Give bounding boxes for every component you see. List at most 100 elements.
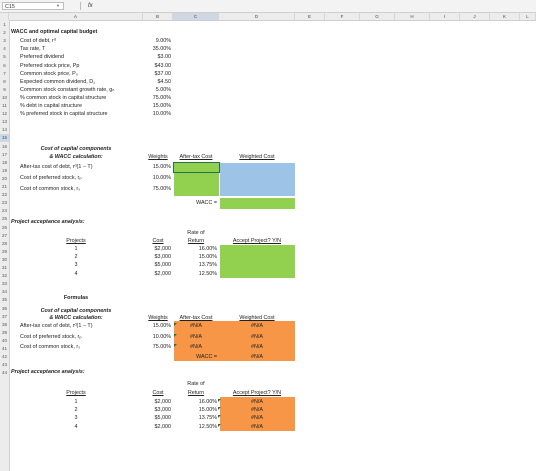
input-value[interactable]: $3.00 [143,53,172,61]
project-rate[interactable]: 13.75% [173,261,217,269]
accept-project-input-block[interactable] [220,245,295,278]
formula-row-weight[interactable]: 15.00% [143,322,171,330]
row-header-44[interactable]: 44 [0,369,9,377]
project-cost[interactable]: $2,000 [143,270,172,278]
row-header-6[interactable]: 6 [0,62,9,70]
project-rate[interactable]: 15.00% [173,253,217,261]
row-header-10[interactable]: 10 [0,94,9,102]
row-header-23[interactable]: 23 [0,199,9,207]
row-header-21[interactable]: 21 [0,183,9,191]
row-header-24[interactable]: 24 [0,207,9,215]
row-header-36[interactable]: 36 [0,305,9,313]
section1-row-common-weight[interactable]: 75.00% [143,185,171,193]
column-header-j[interactable]: J [460,13,490,20]
column-header-g[interactable]: G [360,13,395,20]
row-header-7[interactable]: 7 [0,70,9,78]
row-header-30[interactable]: 30 [0,256,9,264]
input-value[interactable]: 75.00% [143,94,171,102]
column-header-e[interactable]: E [295,13,325,20]
column-header-d[interactable]: D [219,13,295,20]
column-header-a[interactable]: A [9,13,143,20]
project-cost[interactable]: $5,000 [143,261,172,269]
row-header-8[interactable]: 8 [0,78,9,86]
input-value[interactable]: 35.00% [143,45,171,53]
row-header-42[interactable]: 42 [0,353,9,361]
input-value[interactable]: $4.50 [143,78,172,86]
project-accept[interactable]: #N/A [219,414,295,422]
project-cost[interactable]: $2,000 [143,398,172,406]
input-value[interactable]: 9.00% [143,37,171,45]
row-header-4[interactable]: 4 [0,45,9,53]
row-header-16[interactable]: 16 [0,143,9,151]
column-header-h[interactable]: H [395,13,430,20]
row-header-19[interactable]: 19 [0,167,9,175]
row-header-13[interactable]: 13 [0,118,9,126]
project-cost[interactable]: $3,000 [143,253,172,261]
project-rate[interactable]: 16.00% [173,245,217,253]
project-rate[interactable]: 12.50% [173,270,217,278]
row-header-37[interactable]: 37 [0,313,9,321]
row-header-40[interactable]: 40 [0,337,9,345]
project-accept[interactable]: #N/A [219,423,295,431]
row-header-27[interactable]: 27 [0,232,9,240]
row-header-33[interactable]: 33 [0,280,9,288]
formula-row-weight[interactable]: 75.00% [143,343,171,351]
row-header-35[interactable]: 35 [0,296,9,304]
project-accept[interactable]: #N/A [219,398,295,406]
column-header-b[interactable]: B [143,13,173,20]
row-header-12[interactable]: 12 [0,110,9,118]
name-box[interactable]: C15 [2,2,64,10]
formula-row-aftertax[interactable]: #N/A [173,343,219,351]
formula-row-weight[interactable]: 10.00% [143,333,171,341]
row-header-2[interactable]: 2 [0,29,9,37]
weighted-cost-input-block[interactable] [220,163,295,196]
project-rate[interactable]: 13.75% [173,414,217,422]
row-header-28[interactable]: 28 [0,240,9,248]
row-header-11[interactable]: 11 [0,102,9,110]
column-header-c[interactable]: C [173,13,219,20]
row-header-3[interactable]: 3 [0,37,9,45]
input-value[interactable]: $43.00 [143,62,172,70]
input-value[interactable]: 5.00% [143,86,171,94]
project-accept[interactable]: #N/A [219,406,295,414]
row-header-29[interactable]: 29 [0,248,9,256]
column-header-l[interactable]: L [520,13,536,20]
row-header-15[interactable]: 15 [0,134,9,143]
formula-row-aftertax[interactable]: #N/A [173,322,219,330]
formula-row-weighted[interactable]: #N/A [219,322,295,330]
input-value[interactable]: 15.00% [143,102,171,110]
section3-wacc-value[interactable]: #N/A [219,353,295,361]
project-rate[interactable]: 16.00% [173,398,217,406]
project-cost[interactable]: $2,000 [143,423,172,431]
project-cost[interactable]: $3,000 [143,406,172,414]
row-header-17[interactable]: 17 [0,151,9,159]
function-icon[interactable]: fx [88,2,93,10]
row-header-22[interactable]: 22 [0,191,9,199]
wacc-input-cell[interactable] [220,198,295,209]
formula-input[interactable] [100,2,530,10]
row-header-26[interactable]: 26 [0,224,9,232]
column-header-i[interactable]: I [430,13,460,20]
row-header-41[interactable]: 41 [0,345,9,353]
formula-row-weighted[interactable]: #N/A [219,343,295,351]
column-header-k[interactable]: K [490,13,520,20]
project-cost[interactable]: $5,000 [143,414,172,422]
row-header-14[interactable]: 14 [0,126,9,134]
row-header-31[interactable]: 31 [0,264,9,272]
row-header-34[interactable]: 34 [0,288,9,296]
project-rate[interactable]: 12.50% [173,423,217,431]
row-header-9[interactable]: 9 [0,86,9,94]
input-value[interactable]: 10.00% [143,110,171,118]
row-header-5[interactable]: 5 [0,53,9,61]
section1-row-preferred-weight[interactable]: 10.00% [143,174,171,182]
row-header-1[interactable]: 1 [0,21,9,29]
row-header-32[interactable]: 32 [0,272,9,280]
row-header-18[interactable]: 18 [0,159,9,167]
row-header-20[interactable]: 20 [0,175,9,183]
section1-row-debt-weight[interactable]: 15.00% [143,163,171,171]
column-header-f[interactable]: F [325,13,360,20]
formula-row-aftertax[interactable]: #N/A [173,333,219,341]
selected-cell-c15[interactable] [173,162,220,173]
chevron-down-icon[interactable]: ▼ [56,2,60,10]
project-rate[interactable]: 15.00% [173,406,217,414]
